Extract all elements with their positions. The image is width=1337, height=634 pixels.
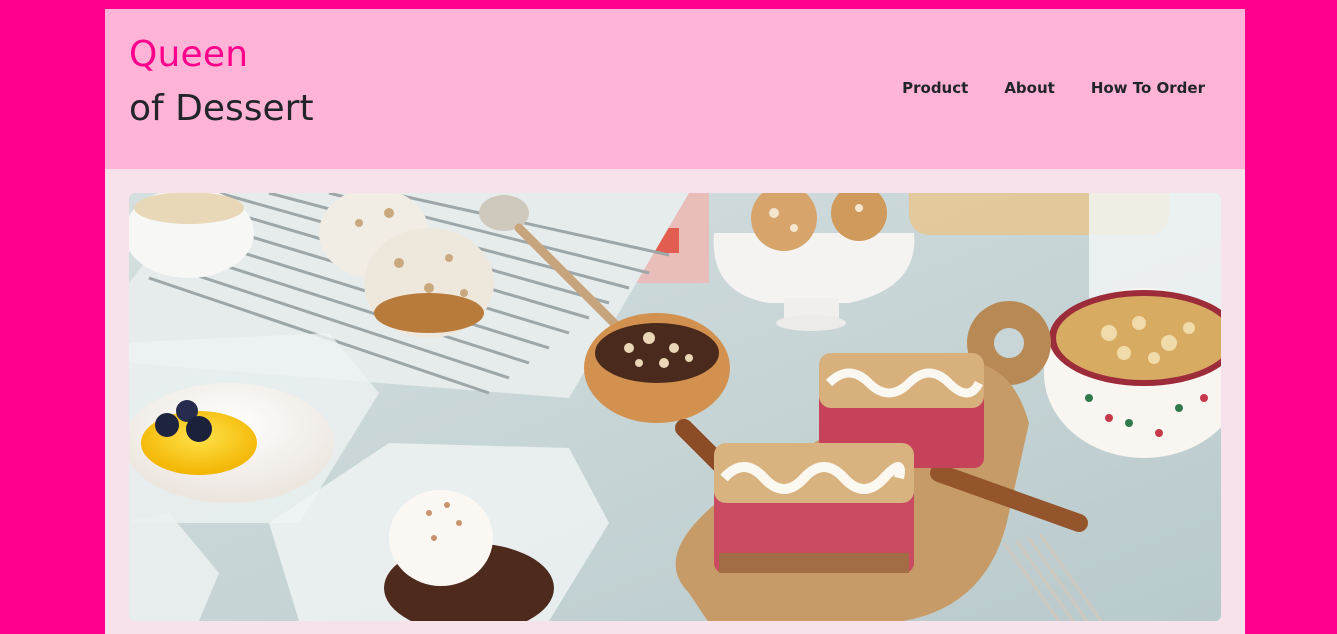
brand-logo[interactable]: Queen of Dessert: [129, 37, 314, 127]
nav-about-link[interactable]: About: [1004, 79, 1055, 97]
nav-how-to-order-link[interactable]: How To Order: [1091, 79, 1205, 97]
brand-title-line1: Queen: [129, 34, 249, 75]
brand-title-line2: of Dessert: [129, 88, 314, 129]
nav-product-link[interactable]: Product: [902, 79, 968, 97]
hero-illustration: [129, 193, 1221, 621]
header: Queen of Dessert Product About How To Or…: [105, 9, 1245, 169]
main-nav: Product About How To Order: [902, 79, 1205, 97]
tartlet: [584, 313, 730, 423]
page-container: Queen of Dessert Product About How To Or…: [105, 9, 1245, 634]
hero-image: [129, 193, 1221, 621]
